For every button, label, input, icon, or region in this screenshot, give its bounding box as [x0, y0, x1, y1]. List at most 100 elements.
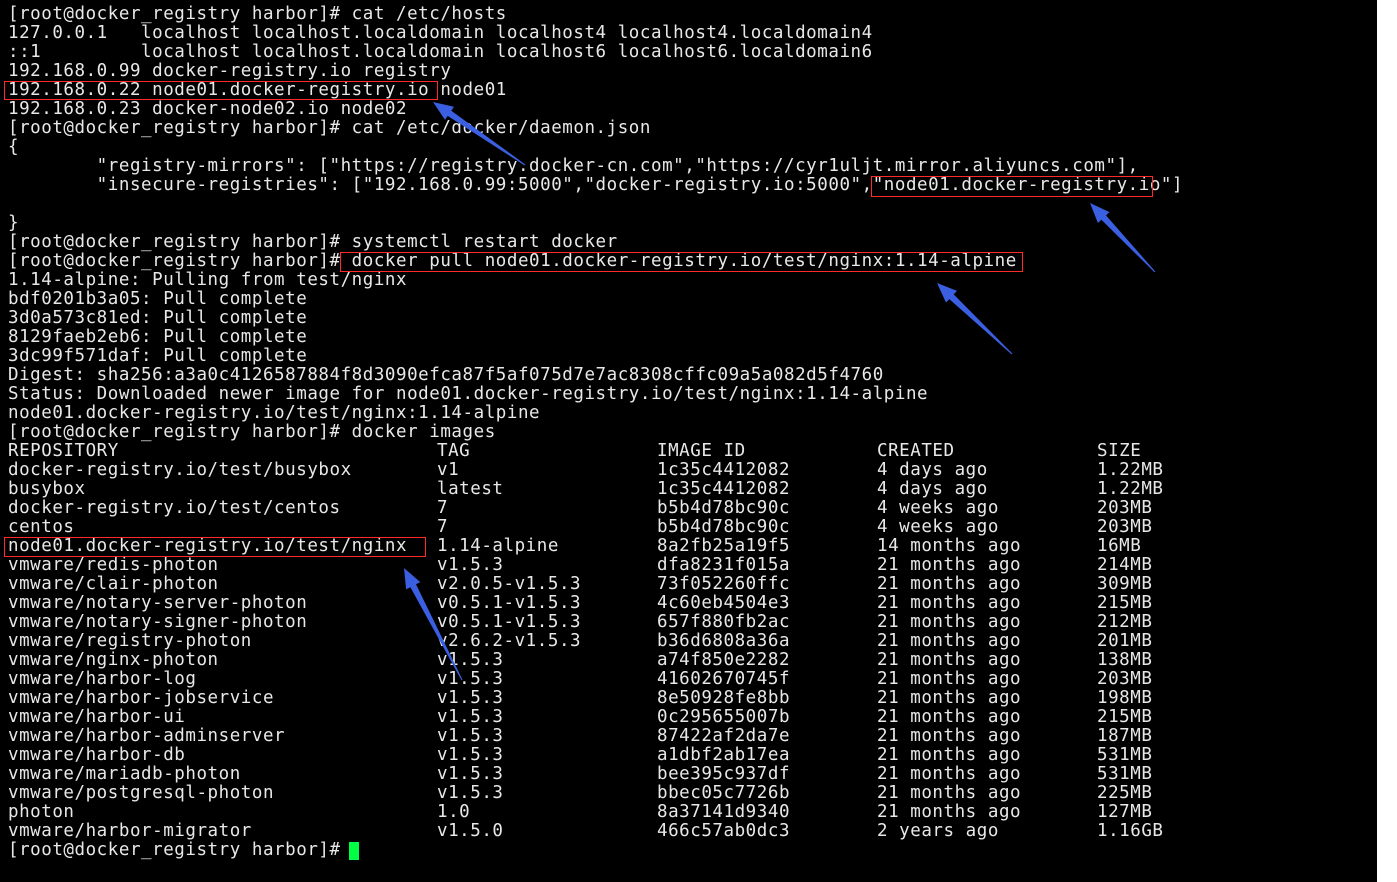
terminal-line: Status: Downloaded newer image for node0… — [8, 384, 929, 404]
images-table-cell: 21 months ago — [877, 783, 1022, 803]
images-table-cell: v1.5.3 — [437, 555, 504, 575]
images-table-cell: 203MB — [1097, 517, 1153, 537]
terminal-line: "registry-mirrors": ["https://registry.d… — [8, 156, 1139, 176]
images-table-cell: 21 months ago — [877, 802, 1022, 822]
images-table-header-cell: TAG — [437, 441, 471, 461]
images-table-cell: 21 months ago — [877, 555, 1022, 575]
images-table-cell: 1c35c4412082 — [657, 460, 791, 480]
images-table-cell: 4c60eb4504e3 — [657, 593, 791, 613]
images-table-cell: 7 — [437, 498, 449, 518]
images-table-cell: 21 months ago — [877, 764, 1022, 784]
terminal-cursor[interactable] — [349, 842, 359, 860]
shell-prompt: [root@docker_registry harbor]# — [8, 840, 352, 860]
images-table-header-cell: REPOSITORY — [8, 441, 119, 461]
terminal-line: 8129faeb2eb6: Pull complete — [8, 327, 308, 347]
images-table-cell: 1c35c4412082 — [657, 479, 791, 499]
images-table-cell: 21 months ago — [877, 688, 1022, 708]
images-table-cell: 4 weeks ago — [877, 498, 999, 518]
images-table-cell: v1.5.3 — [437, 745, 504, 765]
images-table-cell: dfa8231f015a — [657, 555, 791, 575]
images-table-cell: vmware/harbor-log — [8, 669, 197, 689]
terminal-line: 3d0a573c81ed: Pull complete — [8, 308, 308, 328]
images-table-cell: vmware/clair-photon — [8, 574, 219, 594]
images-table-cell: docker-registry.io/test/busybox — [8, 460, 352, 480]
images-table-cell: 21 months ago — [877, 631, 1022, 651]
terminal-line: bdf0201b3a05: Pull complete — [8, 289, 308, 309]
images-table-cell: 1.22MB — [1097, 479, 1164, 499]
images-table-cell: a74f850e2282 — [657, 650, 791, 670]
images-table-cell: vmware/harbor-db — [8, 745, 186, 765]
images-table-cell: v1.5.3 — [437, 726, 504, 746]
images-table-cell: v1.5.3 — [437, 764, 504, 784]
images-table-cell: 8e50928fe8bb — [657, 688, 791, 708]
images-table-cell: 14 months ago — [877, 536, 1022, 556]
images-table-cell: 1.22MB — [1097, 460, 1164, 480]
images-table-cell: 225MB — [1097, 783, 1153, 803]
images-table-cell: bbec05c7726b — [657, 783, 791, 803]
images-table-cell: v1 — [437, 460, 460, 480]
images-table-cell: photon — [8, 802, 75, 822]
images-table-cell: v1.5.3 — [437, 650, 504, 670]
images-table-cell: 657f880fb2ac — [657, 612, 791, 632]
images-table-cell: 1.14-alpine — [437, 536, 559, 556]
images-table-cell: vmware/mariadb-photon — [8, 764, 241, 784]
images-table-cell: v1.5.3 — [437, 669, 504, 689]
terminal-line: 192.168.0.99 docker-registry.io registry — [8, 61, 452, 81]
terminal-line: 3dc99f571daf: Pull complete — [8, 346, 308, 366]
terminal-line: [root@docker_registry harbor]# docker pu… — [8, 251, 1017, 271]
images-table-header-cell: SIZE — [1097, 441, 1142, 461]
terminal-line: [root@docker_registry harbor]# docker im… — [8, 422, 496, 442]
images-table-cell: 21 months ago — [877, 745, 1022, 765]
images-table-cell: 201MB — [1097, 631, 1153, 651]
terminal-line: node01.docker-registry.io/test/nginx:1.1… — [8, 403, 541, 423]
images-table-cell: 309MB — [1097, 574, 1153, 594]
images-table-cell: 466c57ab0dc3 — [657, 821, 791, 841]
images-table-cell: 87422af2da7e — [657, 726, 791, 746]
images-table-cell: b5b4d78bc90c — [657, 498, 791, 518]
images-table-cell: 198MB — [1097, 688, 1153, 708]
images-table-cell: vmware/registry-photon — [8, 631, 252, 651]
images-table-cell: vmware/notary-signer-photon — [8, 612, 308, 632]
images-table-cell: 531MB — [1097, 745, 1153, 765]
images-table-cell: docker-registry.io/test/centos — [8, 498, 341, 518]
images-table-cell: vmware/redis-photon — [8, 555, 219, 575]
images-table-cell: 127MB — [1097, 802, 1153, 822]
images-table-header-cell: CREATED — [877, 441, 955, 461]
images-table-cell: 21 months ago — [877, 650, 1022, 670]
images-table-cell: v1.5.3 — [437, 783, 504, 803]
images-table-cell: 21 months ago — [877, 574, 1022, 594]
images-table-cell: 21 months ago — [877, 612, 1022, 632]
images-table-cell: node01.docker-registry.io/test/nginx — [8, 536, 408, 556]
images-table-cell: 215MB — [1097, 707, 1153, 727]
images-table-cell: 16MB — [1097, 536, 1142, 556]
images-table-cell: 214MB — [1097, 555, 1153, 575]
images-table-cell: v2.6.2-v1.5.3 — [437, 631, 582, 651]
images-table-cell: 21 months ago — [877, 726, 1022, 746]
images-table-cell: latest — [437, 479, 504, 499]
images-table-cell: vmware/harbor-adminserver — [8, 726, 286, 746]
images-table-cell: 7 — [437, 517, 449, 537]
images-table-cell: 203MB — [1097, 498, 1153, 518]
images-table-cell: 4 days ago — [877, 460, 988, 480]
images-table-cell: 1.16GB — [1097, 821, 1164, 841]
terminal-scrollbar[interactable] — [1377, 0, 1397, 882]
images-table-cell: 41602670745f — [657, 669, 791, 689]
images-table-cell: 21 months ago — [877, 707, 1022, 727]
images-table-cell: v1.5.3 — [437, 707, 504, 727]
terminal-window[interactable]: [root@docker_registry harbor]# cat /etc/… — [0, 0, 1377, 882]
images-table-cell: v1.5.3 — [437, 688, 504, 708]
images-table-cell: vmware/harbor-migrator — [8, 821, 252, 841]
images-table-cell: 138MB — [1097, 650, 1153, 670]
images-table-cell: v2.0.5-v1.5.3 — [437, 574, 582, 594]
images-table-cell: 215MB — [1097, 593, 1153, 613]
images-table-cell: vmware/postgresql-photon — [8, 783, 275, 803]
images-table-cell: 203MB — [1097, 669, 1153, 689]
images-table-cell: v1.5.0 — [437, 821, 504, 841]
terminal-line: [root@docker_registry harbor]# cat /etc/… — [8, 118, 651, 138]
images-table-cell: 8a2fb25a19f5 — [657, 536, 791, 556]
terminal-line: [root@docker_registry harbor]# systemctl… — [8, 232, 618, 252]
images-table-cell: busybox — [8, 479, 86, 499]
images-table-cell: v0.5.1-v1.5.3 — [437, 612, 582, 632]
images-table-header-cell: IMAGE ID — [657, 441, 746, 461]
terminal-line: ::1 localhost localhost.localdomain loca… — [8, 42, 873, 62]
